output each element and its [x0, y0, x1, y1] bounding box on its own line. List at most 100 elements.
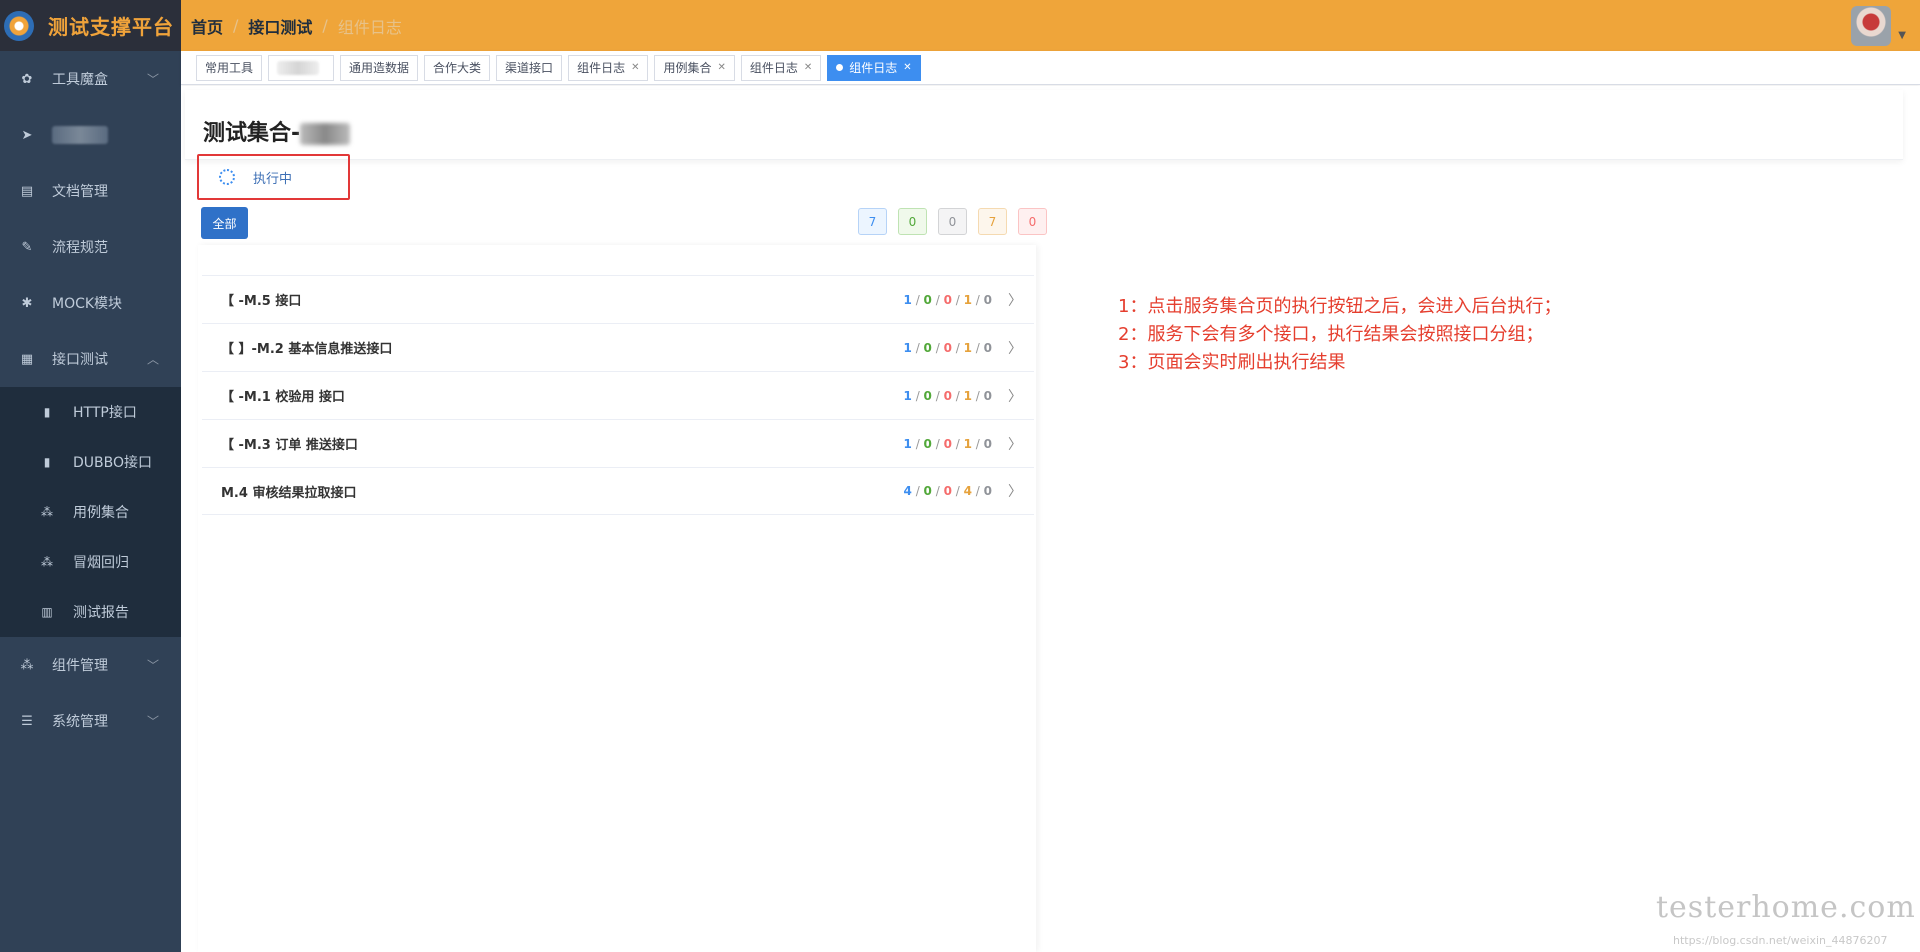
chevron-right-icon[interactable]: 〉: [1008, 338, 1022, 358]
blurred-label: [52, 126, 108, 144]
sidebar-item-blurred[interactable]: ➤: [0, 107, 181, 163]
sidebar-item-label: 冒烟回归: [73, 555, 129, 571]
sidebar-item-label: 系统管理: [52, 714, 108, 730]
close-icon[interactable]: ✕: [804, 62, 812, 73]
chevron-right-icon[interactable]: 〉: [1008, 386, 1022, 406]
page-title-text: 测试集合-: [203, 121, 301, 146]
stat-fail: 0: [943, 292, 952, 307]
sidebar-item-report[interactable]: ▥ 测试报告: [0, 587, 181, 637]
count-badge-running[interactable]: 7: [978, 208, 1007, 235]
stat-running: 1: [963, 436, 972, 451]
count-badge-skip[interactable]: 0: [938, 208, 967, 235]
breadcrumb-api-test[interactable]: 接口测试: [248, 14, 312, 38]
list-icon: ☰: [21, 713, 33, 729]
list-item[interactable]: 【 -M.5 接口 1 / 0 / 0 / 1 / 0 〉: [202, 275, 1034, 323]
grid-icon: ▦: [20, 351, 34, 367]
sidebar-item-tools[interactable]: ✿ 工具魔盒 ﹀: [0, 51, 181, 107]
tree-icon: ⁂: [41, 555, 53, 569]
sidebar-item-system[interactable]: ☰ 系统管理 ﹀: [0, 693, 181, 749]
tab-component-log-active[interactable]: 组件日志 ✕: [827, 54, 921, 81]
chevron-right-icon[interactable]: 〉: [1008, 434, 1022, 454]
sidebar-item-http[interactable]: ▮ HTTP接口: [0, 387, 181, 437]
stat-pass: 0: [923, 340, 932, 355]
stat-fail: 0: [943, 484, 952, 498]
interface-name: 【 -M.5 接口: [221, 294, 302, 309]
sidebar-item-dubbo[interactable]: ▮ DUBBO接口: [0, 437, 181, 487]
sidebar-item-case-set[interactable]: ⁂ 用例集合: [0, 487, 181, 537]
sidebar-item-mock[interactable]: ✱ MOCK模块: [0, 275, 181, 331]
sidebar-item-label: HTTP接口: [73, 405, 137, 421]
sidebar-menu: ✿ 工具魔盒 ﹀ ➤ ▤ 文档管理 ✎ 流程规范 ✱ MOCK模块 ▦ 接口测试…: [0, 51, 181, 749]
chevron-down-icon: ﹀: [146, 658, 159, 673]
interface-stats: 4 / 0 / 0 / 4 / 0: [903, 484, 992, 498]
page-title: 测试集合-: [203, 115, 351, 147]
chevron-right-icon[interactable]: 〉: [1008, 290, 1022, 310]
breadcrumb: 首页 / 接口测试 / 组件日志: [191, 14, 412, 38]
tree-icon: ⁂: [20, 657, 34, 673]
interface-stats: 1 / 0 / 0 / 1 / 0: [903, 388, 992, 403]
breadcrumb-home[interactable]: 首页: [191, 14, 223, 38]
chevron-down-icon: ﹀: [146, 714, 159, 729]
sidebar-item-label: 工具魔盒: [52, 72, 108, 88]
note-line: 2：服务下会有多个接口，执行结果会按照接口分组；: [1118, 324, 1544, 345]
stat-skip: 0: [983, 340, 992, 355]
tab-component-log[interactable]: 组件日志 ✕: [740, 54, 822, 81]
tab-label: 通用造数据: [349, 61, 410, 75]
main-content: 测试集合- 执行中 全部 7 0 0 7 0 【 -M.5 接口 1 / 0 /…: [181, 86, 1920, 952]
count-badge-fail[interactable]: 0: [1018, 208, 1047, 235]
note-line: 1：点击服务集合页的执行按钮之后，会进入后台执行；: [1118, 296, 1562, 317]
interface-name: 【 -M.3 订单 推送接口: [221, 438, 358, 453]
list-item[interactable]: 【 】-M.2 基本信息推送接口 1 / 0 / 0 / 1 / 0 〉: [202, 323, 1034, 371]
submenu-api-test: ▮ HTTP接口 ▮ DUBBO接口 ⁂ 用例集合 ⁂ 冒烟回归 ▥ 测试报告: [0, 387, 181, 637]
sidebar-item-api-test[interactable]: ▦ 接口测试 ︿: [0, 331, 181, 387]
list-item[interactable]: 【 -M.3 订单 推送接口 1 / 0 / 0 / 1 / 0 〉: [202, 419, 1034, 467]
close-icon[interactable]: ✕: [631, 62, 639, 73]
tab-label: 组件日志: [849, 61, 898, 75]
close-icon[interactable]: ✕: [903, 62, 911, 73]
list-item[interactable]: 【 -M.1 校验用 接口 1 / 0 / 0 / 1 / 0 〉: [202, 371, 1034, 419]
stat-total: 1: [903, 388, 912, 403]
sidebar-item-components[interactable]: ⁂ 组件管理 ﹀: [0, 637, 181, 693]
chevron-right-icon[interactable]: 〉: [1008, 481, 1022, 501]
tab-common-tools[interactable]: 常用工具: [196, 54, 263, 81]
avatar[interactable]: [1851, 6, 1891, 46]
top-header: 首页 / 接口测试 / 组件日志 ▼: [181, 0, 1920, 51]
sidebar-item-process[interactable]: ✎ 流程规范: [0, 219, 181, 275]
close-icon[interactable]: ✕: [717, 62, 725, 73]
caret-down-icon[interactable]: ▼: [1898, 30, 1906, 41]
tab-label: 组件日志: [577, 61, 626, 75]
sidebar-item-label: DUBBO接口: [73, 455, 153, 471]
sidebar: 测试支撑平台 ✿ 工具魔盒 ﹀ ➤ ▤ 文档管理 ✎ 流程规范 ✱ MOCK模块…: [0, 0, 181, 952]
stat-total: 4: [903, 484, 912, 498]
sidebar-item-label: 流程规范: [52, 240, 108, 256]
tab-component-log[interactable]: 组件日志 ✕: [568, 54, 649, 81]
tab-blurred[interactable]: [268, 54, 335, 81]
stat-pass: 0: [923, 436, 932, 451]
tab-channel-api[interactable]: 渠道接口: [496, 54, 563, 81]
note-line: 3：页面会实时刷出执行结果: [1118, 352, 1346, 373]
result-count-badges: 7 0 0 7 0: [858, 208, 1058, 235]
sidebar-item-label: MOCK模块: [52, 296, 123, 312]
stat-total: 1: [903, 340, 912, 355]
all-filter-button[interactable]: 全部: [201, 207, 248, 239]
stat-pass: 0: [923, 388, 932, 403]
stat-skip: 0: [983, 436, 992, 451]
count-badge-total[interactable]: 7: [858, 208, 887, 235]
blurred-title-suffix: [300, 123, 351, 145]
sidebar-item-docs[interactable]: ▤ 文档管理: [0, 163, 181, 219]
list-item[interactable]: M.4 审核结果拉取接口 4 / 0 / 0 / 4 / 0 〉: [202, 467, 1034, 515]
tab-data-gen[interactable]: 通用造数据: [340, 54, 419, 81]
count-badge-pass[interactable]: 0: [898, 208, 927, 235]
breadcrumb-separator: /: [233, 16, 239, 35]
tab-label: 用例集合: [663, 61, 712, 75]
stat-fail: 0: [943, 340, 952, 355]
sidebar-item-smoke[interactable]: ⁂ 冒烟回归: [0, 537, 181, 587]
stat-skip: 0: [983, 388, 992, 403]
tab-partner[interactable]: 合作大类: [424, 54, 491, 81]
stat-pass: 0: [923, 484, 932, 498]
execution-status: 执行中: [197, 154, 350, 200]
stat-skip: 0: [983, 484, 992, 498]
breadcrumb-current: 组件日志: [337, 17, 402, 37]
tree-icon: ⁂: [41, 505, 53, 519]
tab-case-set[interactable]: 用例集合 ✕: [654, 54, 735, 81]
